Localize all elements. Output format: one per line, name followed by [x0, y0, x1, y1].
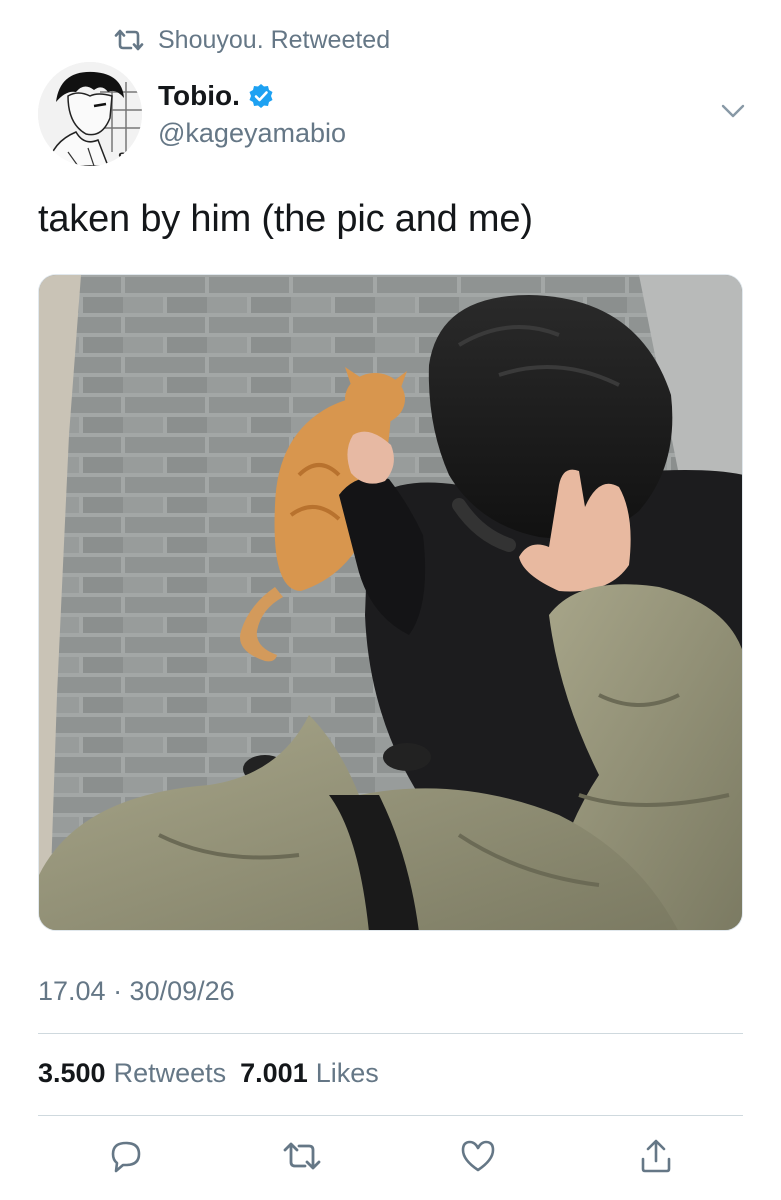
author-block[interactable]: Tobio. @kageyamabio — [158, 78, 346, 149]
share-button[interactable] — [634, 1136, 678, 1180]
tweet-text: taken by him (the pic and me) — [38, 198, 533, 240]
user-handle[interactable]: @kageyamabio — [158, 118, 346, 149]
name-row: Tobio. — [158, 78, 346, 114]
like-button[interactable] — [456, 1136, 500, 1180]
retweets-label[interactable]: Retweets — [114, 1058, 227, 1089]
verified-badge-icon — [248, 83, 274, 109]
divider — [38, 1033, 743, 1034]
chevron-down-icon[interactable] — [720, 100, 746, 122]
likes-label[interactable]: Likes — [316, 1058, 379, 1089]
share-icon — [638, 1137, 674, 1180]
likes-count[interactable]: 7.001 — [240, 1058, 308, 1089]
retweet-context[interactable]: Shouyou. Retweeted — [114, 24, 390, 56]
tweet-stats: 3.500 Retweets 7.001 Likes — [38, 1058, 393, 1089]
reply-button[interactable] — [104, 1136, 148, 1180]
tweet-actions — [0, 1130, 781, 1190]
tweet-timestamp[interactable]: 17.04 · 30/09/26 — [38, 976, 235, 1007]
reply-icon — [108, 1138, 144, 1179]
retweet-context-text: Shouyou. Retweeted — [158, 25, 391, 54]
divider — [38, 1115, 743, 1116]
svg-text:S: S — [118, 149, 127, 165]
display-name[interactable]: Tobio. — [158, 80, 240, 112]
retweet-icon — [114, 27, 144, 53]
retweet-icon — [282, 1139, 322, 1178]
tweet-media-photo[interactable] — [38, 274, 743, 931]
retweets-count[interactable]: 3.500 — [38, 1058, 106, 1089]
retweet-button[interactable] — [280, 1136, 324, 1180]
avatar[interactable]: S — [38, 62, 142, 166]
heart-icon — [459, 1138, 497, 1179]
